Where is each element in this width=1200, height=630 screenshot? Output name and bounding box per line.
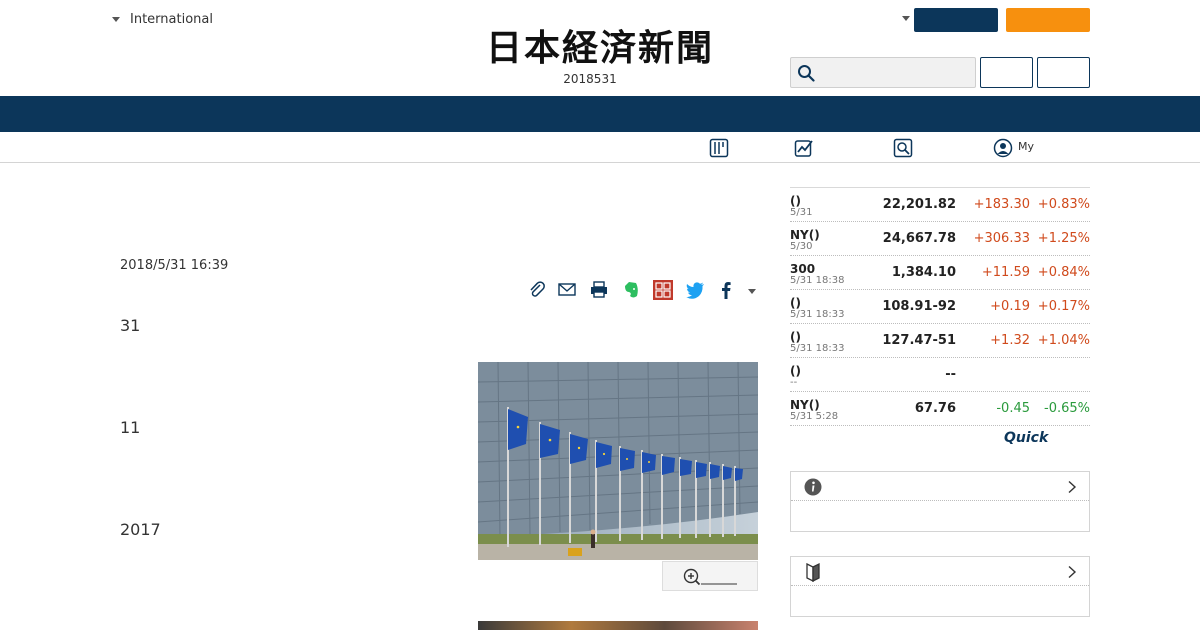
market-value: 22,201.82 <box>882 197 956 212</box>
market-change: +1.32 <box>990 333 1030 348</box>
market-name: 300 <box>790 262 816 276</box>
facebook-icon[interactable] <box>715 279 737 301</box>
market-row[interactable]: () 5/31 22,201.82 +183.30 +0.83% <box>790 188 1090 222</box>
user-icon[interactable] <box>993 138 1013 158</box>
info-icon <box>804 478 822 496</box>
chart-trend-icon[interactable] <box>794 138 814 158</box>
edition-label: International <box>130 12 213 27</box>
chevron-right-icon <box>1068 565 1077 579</box>
market-time: 5/31 <box>790 207 813 218</box>
zoom-in-icon <box>683 568 737 586</box>
market-change-percent: +1.04% <box>1037 333 1090 348</box>
market-name: () <box>790 364 801 378</box>
info-box-header[interactable] <box>791 472 1089 501</box>
zoom-photo-button[interactable] <box>662 561 758 591</box>
search-box[interactable] <box>790 57 976 88</box>
info-box <box>790 471 1090 532</box>
market-time: 5/30 <box>790 241 813 252</box>
twitter-icon[interactable] <box>684 279 706 301</box>
market-change: -0.45 <box>996 401 1030 416</box>
market-name: () <box>790 296 801 310</box>
search-box-icon[interactable] <box>893 138 913 158</box>
market-change-percent: +1.25% <box>1037 231 1090 246</box>
orange-header-button[interactable] <box>1006 8 1090 32</box>
navy-header-button[interactable] <box>914 8 998 32</box>
header-date: 2018531 <box>563 72 617 86</box>
market-change: +183.30 <box>973 197 1030 212</box>
search-icon[interactable] <box>797 64 815 82</box>
caret-down-icon <box>112 17 120 22</box>
beginner-box <box>790 556 1090 617</box>
market-change-percent: +0.17% <box>1037 299 1090 314</box>
market-row[interactable]: NY() 5/30 24,667.78 +306.33 +1.25% <box>790 222 1090 256</box>
site-header: International 日本経済新聞 2018531 <box>0 0 1200 96</box>
outline-button-2[interactable] <box>1037 57 1090 88</box>
market-row[interactable]: NY() 5/31 5:28 67.76 -0.45 -0.65% <box>790 392 1090 426</box>
market-time: 5/31 18:33 <box>790 343 845 354</box>
market-value: -- <box>945 367 956 382</box>
market-name: () <box>790 330 801 344</box>
market-change-percent: +0.84% <box>1037 265 1090 280</box>
market-row[interactable]: () 5/31 18:33 127.47-51 +1.32 +1.04% <box>790 324 1090 358</box>
market-value: 67.76 <box>914 401 956 416</box>
nikkei-logo[interactable]: 日本経済新聞 <box>452 28 748 68</box>
evernote-icon[interactable] <box>620 279 642 301</box>
newspaper-icon[interactable] <box>709 138 729 158</box>
article-paragraph: 31 <box>120 316 141 335</box>
market-name: () <box>790 194 801 208</box>
market-change: +0.19 <box>990 299 1030 314</box>
market-value: 127.47-51 <box>882 333 956 348</box>
market-row[interactable]: () -- -- <box>790 358 1090 392</box>
market-change-percent: -0.65% <box>1044 401 1090 416</box>
market-time: 5/31 5:28 <box>790 411 839 422</box>
market-time: 5/31 18:38 <box>790 275 845 286</box>
market-row[interactable]: () 5/31 18:33 108.91-92 +0.19 +0.17% <box>790 290 1090 324</box>
market-change-percent: +0.83% <box>1037 197 1090 212</box>
mail-icon[interactable] <box>556 279 578 301</box>
market-name: NY() <box>790 228 820 242</box>
quick-logo[interactable]: Quick <box>1004 430 1048 446</box>
market-data-table: () 5/31 22,201.82 +183.30 +0.83% NY() 5/30 24,6… <box>790 187 1090 426</box>
article-paragraph: 11 <box>120 418 141 437</box>
market-time: -- <box>790 377 798 388</box>
main-nav-bar <box>0 96 1200 132</box>
share-toolbar <box>526 279 766 303</box>
market-value: 1,384.10 <box>891 265 956 280</box>
article-paragraph: 2017 <box>120 520 161 539</box>
my-page-label[interactable]: My <box>1018 140 1034 153</box>
market-change: +11.59 <box>981 265 1030 280</box>
market-value: 108.91-92 <box>882 299 956 314</box>
caret-down-icon[interactable] <box>748 289 756 294</box>
chevron-right-icon <box>1068 480 1077 494</box>
search-input[interactable] <box>821 62 971 84</box>
article-photo[interactable] <box>478 362 758 560</box>
paperclip-icon[interactable] <box>526 279 548 301</box>
market-name: NY() <box>790 398 820 412</box>
caret-down-icon[interactable] <box>902 16 910 21</box>
market-value: 24,667.78 <box>882 231 956 246</box>
second-article-photo[interactable] <box>478 621 758 630</box>
comment-icon[interactable] <box>652 279 674 301</box>
market-time: 5/31 18:33 <box>790 309 845 320</box>
edition-selector[interactable]: International <box>112 12 213 27</box>
market-row[interactable]: 300 5/31 18:38 1,384.10 +11.59 +0.84% <box>790 256 1090 290</box>
beginner-box-header[interactable] <box>791 557 1089 586</box>
beginner-mark-icon <box>806 562 820 582</box>
outline-button-1[interactable] <box>980 57 1033 88</box>
market-change: +306.33 <box>973 231 1030 246</box>
print-icon[interactable] <box>588 279 610 301</box>
article-date: 2018/5/31 16:39 <box>120 258 229 273</box>
